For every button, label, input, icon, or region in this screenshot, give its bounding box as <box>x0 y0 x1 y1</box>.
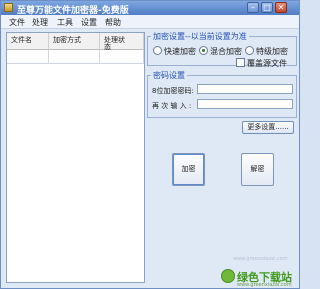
menu-bar: 文件 处理 工具 设置 帮助 <box>1 15 299 29</box>
close-icon[interactable]: ✕ <box>275 2 287 13</box>
app-icon <box>4 3 13 12</box>
menu-settings[interactable]: 设置 <box>81 17 97 28</box>
table-cell <box>100 50 144 64</box>
decrypt-button[interactable]: 解密 <box>241 153 274 186</box>
column-header-encrypt-method[interactable]: 加密方式 <box>49 33 100 50</box>
encrypt-settings-legend: 加密设置--以当前设置为准 <box>151 31 249 42</box>
confirm-password-label: 再 次 输 入 : <box>152 102 192 110</box>
encrypt-button[interactable]: 加密 <box>172 153 205 186</box>
table-cell <box>7 50 49 64</box>
table-row[interactable] <box>7 50 144 64</box>
radio-mixed-encrypt[interactable]: 混合加密 <box>199 46 242 57</box>
title-bar[interactable]: 至尊万能文件加密器-免费版 – □ ✕ <box>1 1 299 16</box>
leaf-logo-icon <box>221 269 235 283</box>
site-watermark: 绿色下载站 www.greenxiazai.com <box>221 267 297 288</box>
menu-help[interactable]: 帮助 <box>105 17 121 28</box>
radio-on-icon[interactable] <box>199 46 208 55</box>
radio-fast-encrypt[interactable]: 快速加密 <box>153 46 196 57</box>
encrypt-settings-group: 加密设置--以当前设置为准 快速加密 混合加密 特级加密 覆盖源文件 <box>147 31 297 69</box>
checkbox-icon[interactable] <box>236 58 245 67</box>
password-field[interactable] <box>197 84 293 94</box>
faint-watermark-url: www.greenxiazai.com <box>233 256 288 262</box>
confirm-password-field[interactable] <box>197 99 293 109</box>
menu-tools[interactable]: 工具 <box>57 17 73 28</box>
radio-off-icon[interactable] <box>245 46 254 55</box>
password-label: 8位加密密码: <box>152 87 194 95</box>
overwrite-source-checkbox[interactable]: 覆盖源文件 <box>236 58 287 69</box>
menu-file[interactable]: 文件 <box>9 17 25 28</box>
app-window: 至尊万能文件加密器-免费版 – □ ✕ 文件 处理 工具 设置 帮助 文件名 加… <box>0 0 300 289</box>
watermark-url: www.greenxiazai.com <box>237 282 292 288</box>
maximize-icon[interactable]: □ <box>261 2 273 13</box>
password-settings-legend: 密码设置 <box>151 70 187 81</box>
more-settings-button[interactable]: 更多设置...... <box>242 121 294 134</box>
minimize-icon[interactable]: – <box>247 2 259 13</box>
radio-off-icon[interactable] <box>153 46 162 55</box>
column-header-status[interactable]: 处理状态 <box>100 33 144 51</box>
table-cell <box>49 50 100 64</box>
column-header-filename[interactable]: 文件名 <box>7 33 49 50</box>
menu-process[interactable]: 处理 <box>32 17 48 28</box>
radio-special-encrypt[interactable]: 特级加密 <box>245 46 288 57</box>
file-list[interactable]: 文件名 加密方式 处理状态 <box>6 32 145 283</box>
password-settings-group: 密码设置 8位加密密码: 再 次 输 入 : <box>147 70 297 118</box>
